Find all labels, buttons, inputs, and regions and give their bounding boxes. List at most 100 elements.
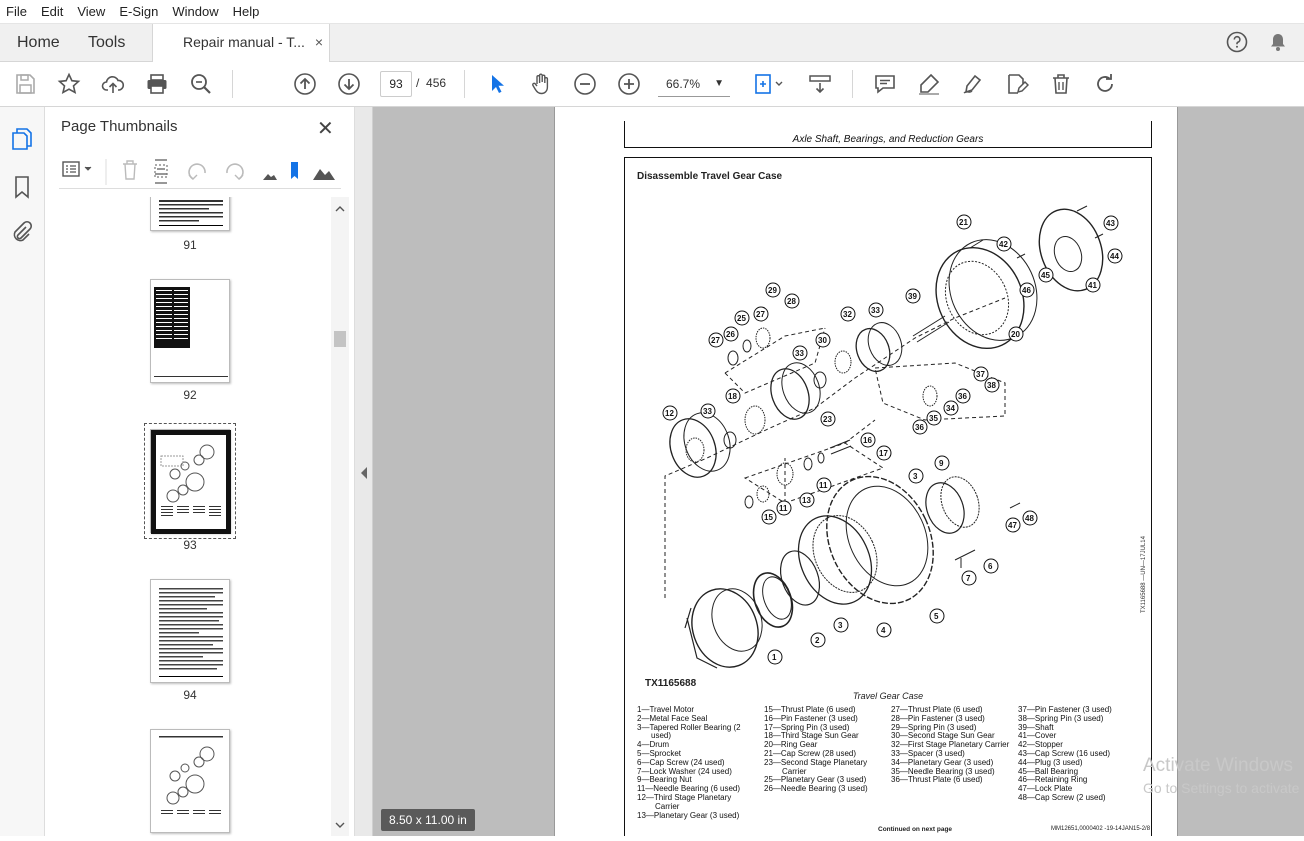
svg-text:42: 42: [999, 240, 1008, 249]
menu-file[interactable]: File: [0, 4, 34, 19]
legend-item: 48—Cap Screw (2 used): [1018, 792, 1106, 802]
page-thumbnails-panel: Page Thumbnails ✕ 91 92 93 94: [45, 107, 355, 836]
svg-text:35: 35: [929, 414, 938, 423]
highlight-pen-icon[interactable]: [917, 72, 941, 96]
cloud-upload-icon[interactable]: [101, 72, 125, 96]
toolbar-separator: [852, 70, 853, 98]
svg-text:5: 5: [934, 612, 939, 621]
svg-text:45: 45: [1041, 271, 1050, 280]
thumbnail-page[interactable]: [150, 729, 230, 833]
small-thumbnail-icon[interactable]: [263, 174, 277, 180]
svg-text:7: 7: [966, 574, 971, 583]
thumbnail-page-selected[interactable]: [150, 429, 231, 534]
rotate-right-icon[interactable]: [226, 163, 244, 180]
zoom-level-select[interactable]: 66.7% ▼: [658, 71, 730, 97]
toolbar-separator: [464, 70, 465, 98]
thumbnail-page[interactable]: [150, 279, 230, 383]
notification-bell-icon[interactable]: [1267, 31, 1289, 53]
draw-pen-icon[interactable]: [961, 72, 985, 96]
rotate-left-icon[interactable]: [188, 163, 206, 180]
document-id: MM12651,0000402 -19-14JAN15-2/8: [1051, 826, 1151, 832]
legend-item: 26—Needle Bearing (3 used): [764, 784, 868, 794]
zoom-search-icon[interactable]: [189, 72, 213, 96]
collapse-panel-handle[interactable]: [355, 107, 373, 836]
thumbnail-options-icon[interactable]: [62, 161, 92, 177]
svg-text:20: 20: [1011, 330, 1020, 339]
thumbnail-scrollbar[interactable]: [331, 197, 349, 836]
svg-text:48: 48: [1025, 514, 1034, 523]
thumbnail-page[interactable]: [150, 197, 230, 231]
edit-document-icon[interactable]: [1005, 72, 1029, 96]
legend-column-1: 1—Travel Motor 2—Metal Face Seal 3—Taper…: [637, 705, 741, 820]
tab-home[interactable]: Home: [17, 24, 60, 62]
figure-vertical-code: TX1165688 —UN—17JUL14: [1141, 536, 1147, 613]
save-icon[interactable]: [13, 72, 37, 96]
tab-tools[interactable]: Tools: [88, 24, 125, 62]
bookmarks-icon[interactable]: [10, 175, 34, 199]
svg-text:9: 9: [939, 459, 944, 468]
extract-page-icon[interactable]: [154, 159, 168, 184]
hand-tool-icon[interactable]: [529, 72, 553, 96]
thumbnail-size-slider[interactable]: [291, 162, 298, 179]
page-thumbnails-icon[interactable]: [10, 127, 34, 151]
thumbnail-page[interactable]: [150, 579, 230, 683]
delete-icon[interactable]: [1049, 72, 1073, 96]
svg-text:23: 23: [823, 415, 832, 424]
svg-text:30: 30: [818, 336, 827, 345]
menu-view[interactable]: View: [70, 4, 112, 19]
legend-column-2: 15—Thrust Plate (6 used) 16—Pin Fastener…: [764, 705, 868, 794]
scrollbar-thumb[interactable]: [334, 331, 346, 347]
tab-document[interactable]: Repair manual - T... ×: [152, 24, 330, 63]
select-cursor-icon[interactable]: [485, 72, 509, 96]
svg-text:32: 32: [843, 310, 852, 319]
svg-text:43: 43: [1106, 219, 1115, 228]
attachments-icon[interactable]: [10, 220, 34, 244]
thumbnail-tools: [59, 153, 341, 189]
menu-edit[interactable]: Edit: [34, 4, 70, 19]
large-thumbnail-icon[interactable]: [313, 169, 335, 180]
previous-page-icon[interactable]: [293, 72, 317, 96]
menu-help[interactable]: Help: [226, 4, 267, 19]
svg-text:39: 39: [908, 292, 917, 301]
svg-text:21: 21: [959, 218, 968, 227]
figure-caption: Travel Gear Case: [852, 691, 924, 701]
comment-icon[interactable]: [873, 72, 897, 96]
total-pages: 456: [426, 76, 447, 90]
svg-text:28: 28: [787, 297, 796, 306]
scroll-mode-icon[interactable]: [808, 72, 832, 96]
menu-bar: File Edit View E-Sign Window Help: [0, 0, 1304, 24]
rotate-icon[interactable]: [1093, 72, 1117, 96]
menu-esign[interactable]: E-Sign: [112, 4, 165, 19]
print-icon[interactable]: [145, 72, 169, 96]
fit-page-icon[interactable]: [752, 72, 786, 96]
bookmark-star-icon[interactable]: [57, 72, 81, 96]
toolbar-separator: [232, 70, 233, 98]
svg-text:33: 33: [703, 407, 712, 416]
thumbnail-label: 94: [183, 688, 197, 702]
legend-item: 13—Planetary Gear (3 used): [637, 810, 740, 820]
tab-document-title: Repair manual - T...: [183, 34, 305, 50]
collapse-left-icon: [361, 467, 367, 479]
svg-text:11: 11: [779, 504, 788, 513]
next-page-icon[interactable]: [337, 72, 361, 96]
svg-text:13: 13: [802, 496, 811, 505]
svg-text:33: 33: [871, 306, 880, 315]
svg-text:38: 38: [987, 381, 996, 390]
tab-bar: Home Tools Repair manual - T... ×: [0, 24, 1304, 63]
page-total: / 456: [416, 76, 446, 90]
menu-window[interactable]: Window: [165, 4, 225, 19]
zoom-out-icon[interactable]: [573, 72, 597, 96]
zoom-in-icon[interactable]: [617, 72, 641, 96]
document-viewer[interactable]: Axle Shaft, Bearings, and Reduction Gear…: [373, 107, 1304, 836]
delete-page-icon[interactable]: [123, 160, 137, 180]
thumbnail-label: 91: [183, 238, 197, 252]
help-icon[interactable]: [1226, 31, 1248, 53]
thumbnail-label: 92: [183, 388, 197, 402]
svg-text:44: 44: [1110, 252, 1119, 261]
svg-text:3: 3: [838, 621, 843, 630]
close-panel-icon[interactable]: ✕: [317, 116, 334, 141]
thumbnail-list[interactable]: 91 92 93 94: [45, 197, 333, 836]
svg-text:36: 36: [915, 423, 924, 432]
close-tab-icon[interactable]: ×: [315, 24, 323, 61]
page-number-input[interactable]: 93: [380, 71, 412, 97]
